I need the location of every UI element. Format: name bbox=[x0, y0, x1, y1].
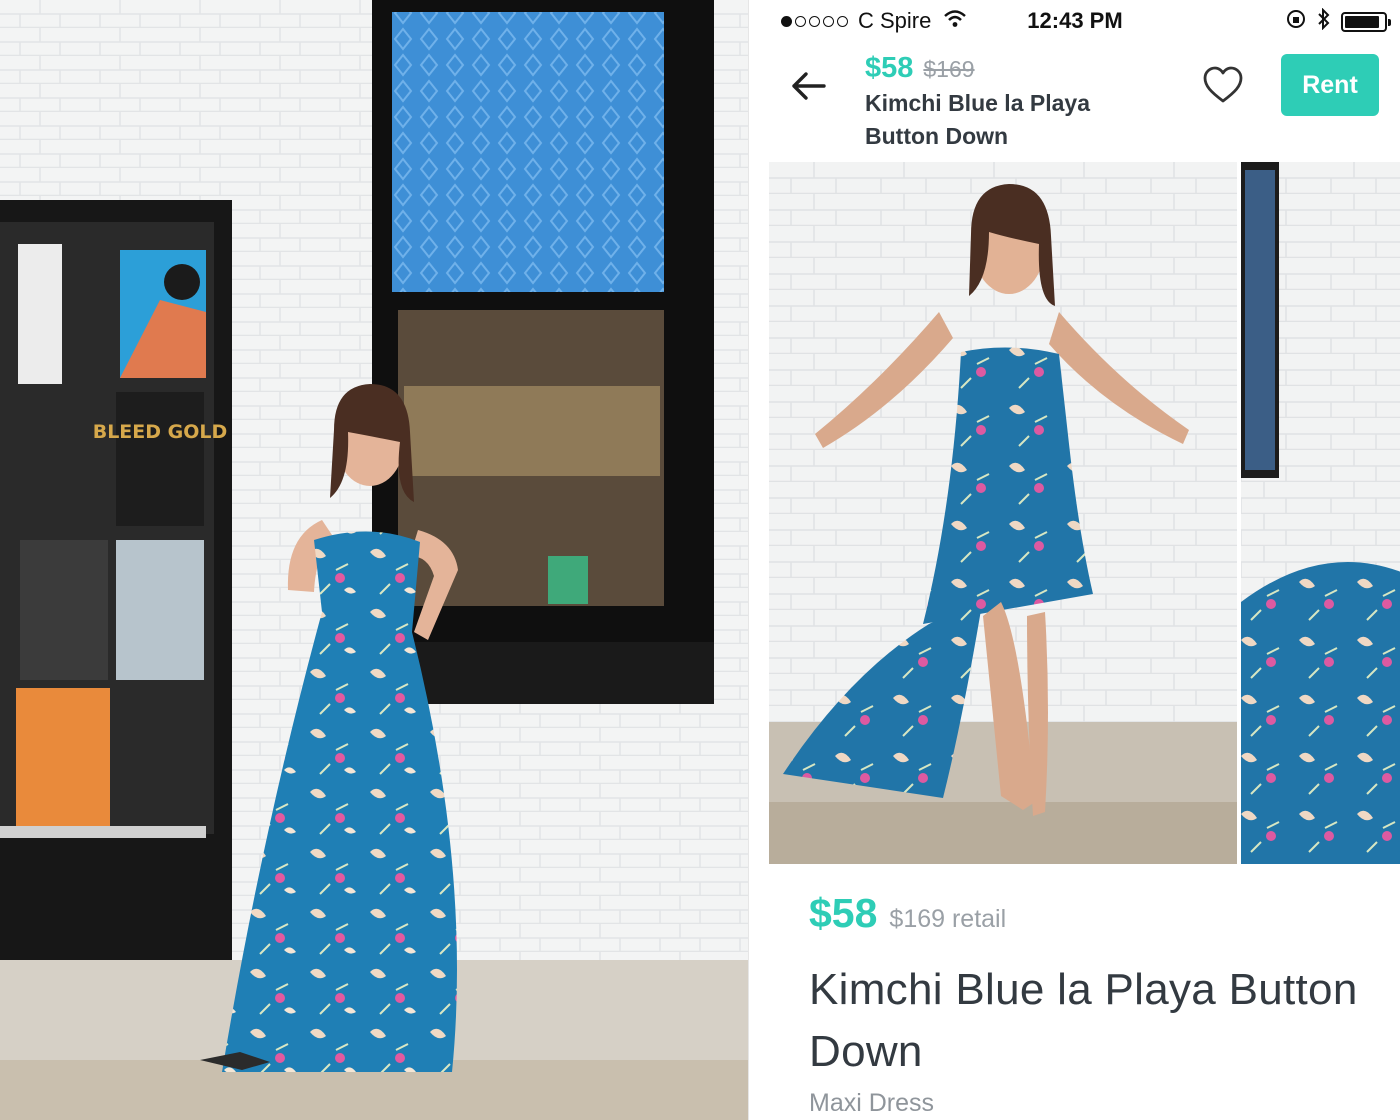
rent-button[interactable]: Rent bbox=[1281, 54, 1379, 116]
promo-photo: BLEED GOLD bbox=[0, 0, 748, 1120]
product-details: $58 $169 retail Kimchi Blue la Playa But… bbox=[809, 890, 1379, 1118]
nav-product-title: Kimchi Blue la Playa Button Down bbox=[865, 90, 1090, 149]
battery-level bbox=[1345, 16, 1380, 28]
carousel-images bbox=[769, 162, 1400, 864]
status-indicators bbox=[1285, 7, 1391, 36]
rotation-lock-icon bbox=[1285, 8, 1307, 36]
product-image-carousel[interactable] bbox=[769, 162, 1400, 864]
bluetooth-icon bbox=[1317, 7, 1331, 36]
detail-price-row: $58 $169 retail bbox=[809, 890, 1379, 937]
back-arrow-icon bbox=[792, 72, 826, 100]
product-category: Maxi Dress bbox=[809, 1089, 935, 1117]
carousel-slide-1 bbox=[769, 162, 1237, 864]
status-bar: C Spire 12:43 PM bbox=[749, 0, 1400, 44]
heart-outline-icon bbox=[1203, 66, 1243, 103]
nav-product-summary: $58 $169 Kimchi Blue la Playa Button Dow… bbox=[865, 52, 1165, 153]
back-button[interactable] bbox=[783, 64, 833, 108]
poster-text: BLEED GOLD bbox=[93, 421, 228, 443]
product-title: Kimchi Blue la Playa Button Down bbox=[809, 965, 1358, 1076]
battery-icon bbox=[1341, 12, 1391, 32]
nav-rental-price: $58 bbox=[865, 52, 914, 84]
nav-price-row: $58 $169 bbox=[865, 52, 1165, 85]
product-nav-bar: $58 $169 Kimchi Blue la Playa Button Dow… bbox=[749, 44, 1400, 162]
carousel-slide-2 bbox=[1241, 162, 1400, 864]
product-screen: C Spire 12:43 PM $58 $169 Kimchi Blue la… bbox=[748, 0, 1400, 1120]
nav-retail-price: $169 bbox=[923, 56, 975, 82]
detail-retail-price: $169 retail bbox=[889, 905, 1007, 933]
favorite-button[interactable] bbox=[1201, 64, 1245, 108]
promo-photo-illustration: BLEED GOLD bbox=[0, 0, 748, 1120]
detail-rental-price: $58 bbox=[809, 890, 878, 936]
